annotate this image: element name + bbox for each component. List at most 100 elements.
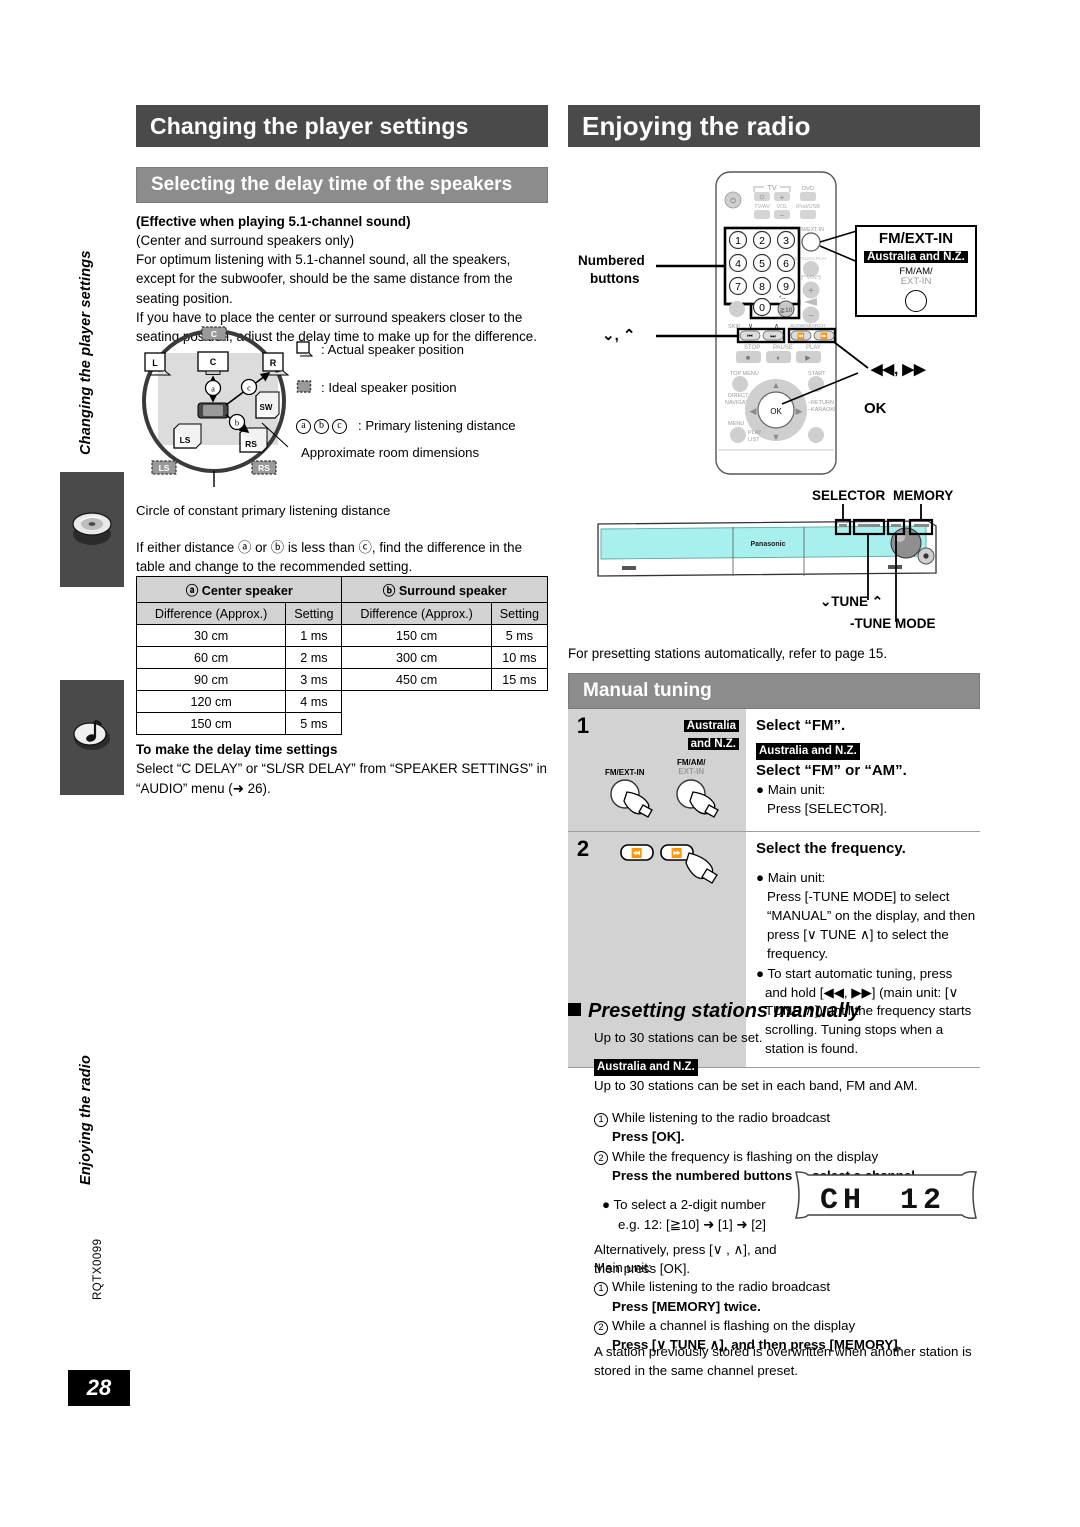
svg-text:⏸: ⏸	[776, 355, 780, 362]
callout-ok: OK	[864, 400, 887, 417]
presetting-body: Up to 30 stations can be set. Australia …	[594, 1028, 984, 1278]
preset-line1: Up to 30 stations can be set.	[594, 1030, 763, 1045]
preset-2digit-l1: ● To select a 2-digit number	[602, 1197, 766, 1213]
manual-page: Changing the player settings Enjoying th…	[0, 0, 1080, 1527]
mu-step2-text: While a channel is flashing on the displ…	[612, 1317, 856, 1333]
svg-text:4: 4	[735, 258, 741, 270]
cell: 300 cm	[341, 646, 492, 669]
disc-icon	[72, 512, 112, 545]
preset-closing-note: A station previously stored is overwritt…	[594, 1344, 972, 1379]
svg-text:RS: RS	[245, 439, 257, 449]
legend-row-actual: : Actual speaker position	[296, 330, 556, 368]
svg-text:–KARAOKE: –KARAOKE	[808, 407, 838, 413]
fig-label-ext-in-l2: EXT-IN	[678, 767, 705, 776]
svg-text:≧10: ≧10	[780, 307, 793, 314]
chapter-title-left: Changing the player settings	[136, 105, 548, 147]
legend-row-ideal: : Ideal speaker position	[296, 368, 556, 406]
callout-numbered-buttons-l1: Numbered	[578, 253, 645, 268]
table-subheader-1: Setting	[285, 602, 343, 625]
region-tag-line1: Australia	[683, 720, 739, 732]
legend-row-distance: abc : Primary listening distance	[296, 406, 556, 444]
preset-step1: 1 While listening to the radio broadcast	[594, 1108, 984, 1127]
region-tag-line2: and N.Z.	[687, 738, 739, 750]
fig-label-fm-ext-in: FM/EXT-IN	[605, 768, 645, 777]
cell: 90 cm	[135, 668, 287, 691]
svg-text:LIST: LIST	[748, 437, 760, 443]
fm-am-ext-in-sub: FM/AM/ EXT-IN	[857, 267, 975, 287]
cell: 150 cm	[135, 712, 287, 735]
svg-text:3: 3	[783, 235, 789, 247]
presetting-heading: Presetting stations manually	[568, 1000, 860, 1023]
svg-text:8: 8	[759, 281, 765, 293]
step-text-1: Select “FM”. Australia and N.Z. Select “…	[746, 709, 980, 832]
step1-title2: Select “FM” or “AM”.	[756, 762, 907, 780]
svg-text:⏻: ⏻	[730, 197, 736, 205]
cell: 10 ms	[490, 646, 549, 669]
preset-step1-bold: Press [OK].	[612, 1129, 685, 1145]
fm-ext-in-callout-box: FM/EXT-IN Australia and N.Z. FM/AM/ EXT-…	[855, 225, 977, 317]
table-subheader-row: Difference (Approx.) Setting Difference …	[135, 602, 549, 625]
svg-text:▲: ▲	[772, 380, 781, 390]
seven-segment-display: CH 12	[795, 1171, 977, 1219]
table-row: 60 cm 2 ms 300 cm 10 ms	[135, 646, 549, 669]
step-figure-1: Australia and N.Z. FM/EXT-IN FM/AM/ EXT-…	[598, 709, 746, 832]
step1-region-tag: Australia and N.Z.	[756, 743, 860, 760]
fm-am-button-icon	[905, 289, 927, 312]
table-group-header-surround: ⓑ Surround speaker	[341, 576, 548, 603]
svg-text:*--: *--	[779, 296, 785, 302]
svg-text:L: L	[152, 358, 158, 368]
mu-step-circle-1: 1	[594, 1282, 608, 1297]
svg-text:2: 2	[759, 235, 765, 247]
svg-text:⏩: ⏩	[671, 847, 682, 858]
step1-bullet-1: ● Main unit:	[756, 782, 826, 798]
mu-step1-bold: Press [MEMORY] twice.	[612, 1298, 761, 1314]
intro-bold: (Effective when playing 5.1-channel soun…	[136, 214, 411, 229]
section-title-delay: Selecting the delay time of the speakers	[136, 167, 548, 203]
preset-step1-text: While listening to the radio broadcast	[612, 1110, 831, 1126]
fig-label-fm-am: FM/AM/ EXT-IN	[677, 758, 705, 776]
svg-text:c: c	[247, 383, 251, 393]
svg-text:+: +	[780, 193, 785, 202]
cell-empty	[491, 690, 548, 713]
rail-label-radio: Enjoying the radio	[78, 1054, 94, 1185]
diagram-legend: : Actual speaker position : Ideal speake…	[296, 330, 556, 444]
cell-empty	[491, 712, 548, 735]
main-unit-figure: Panasonic SELECTOR MEMORY ⌄TUNE ⌃ -TUNE	[568, 488, 980, 648]
svg-text:1: 1	[735, 235, 741, 247]
svg-text:R: R	[270, 358, 277, 368]
side-rail: Changing the player settings Enjoying th…	[60, 175, 124, 1185]
svg-text:TV: TV	[767, 183, 777, 192]
callout-numbered-buttons-l2: buttons	[590, 271, 640, 286]
room-dimensions-caption: Approximate room dimensions	[301, 445, 480, 460]
main-unit-preset-steps: Main unit: 1 While listening to the radio…	[594, 1258, 984, 1354]
svg-text:a: a	[211, 384, 215, 394]
speaker-layout-figure: C LS RS L R C LS RS SW a c b: Actual sp…	[136, 325, 548, 530]
cell: 30 cm	[135, 624, 287, 647]
svg-text:DIRECT: DIRECT	[728, 393, 749, 399]
mu-step2: 2 While a channel is flashing on the disp…	[594, 1316, 984, 1335]
table-intro: If either distance ⓐ or ⓑ is less than ⓒ…	[136, 540, 523, 575]
delay-note-body: Select “C DELAY” or “SL/SR DELAY” from “…	[136, 761, 547, 796]
cell: 5 ms	[285, 712, 343, 735]
cell: 5 ms	[490, 624, 549, 647]
cell: 2 ms	[285, 646, 343, 669]
svg-text:FM/EXT-IN: FM/EXT-IN	[798, 227, 824, 233]
cell: 4 ms	[285, 690, 343, 713]
channel-display-figure: CH 12	[790, 1166, 982, 1224]
presetting-heading-text: Presetting stations manually	[588, 1000, 861, 1022]
region-tag-australia-nz: Australia and N.Z.	[864, 251, 968, 263]
svg-text:b: b	[235, 418, 239, 428]
press-button-hand-icons	[610, 779, 719, 818]
table-group-header-center: ⓐ Center speaker	[135, 576, 343, 603]
preset-line2: Up to 30 stations can be set in each ban…	[594, 1077, 918, 1093]
rail-tab-disc	[60, 472, 124, 587]
delay-time-table: ⓐ Center speaker ⓑ Surround speaker Diff…	[135, 576, 549, 735]
cell-empty	[341, 690, 492, 713]
preset-step2: 2 While the frequency is flashing on the …	[594, 1147, 984, 1166]
callout-up-down: ⌄, ⌃	[602, 327, 636, 344]
step-row-1: 1 Australia and N.Z. FM/EXT-IN FM/AM/ EX…	[568, 709, 980, 832]
svg-text:⏭: ⏭	[770, 334, 776, 340]
cell: 450 cm	[341, 668, 492, 691]
svg-text:⏮: ⏮	[747, 334, 753, 340]
svg-text:C: C	[210, 357, 217, 367]
